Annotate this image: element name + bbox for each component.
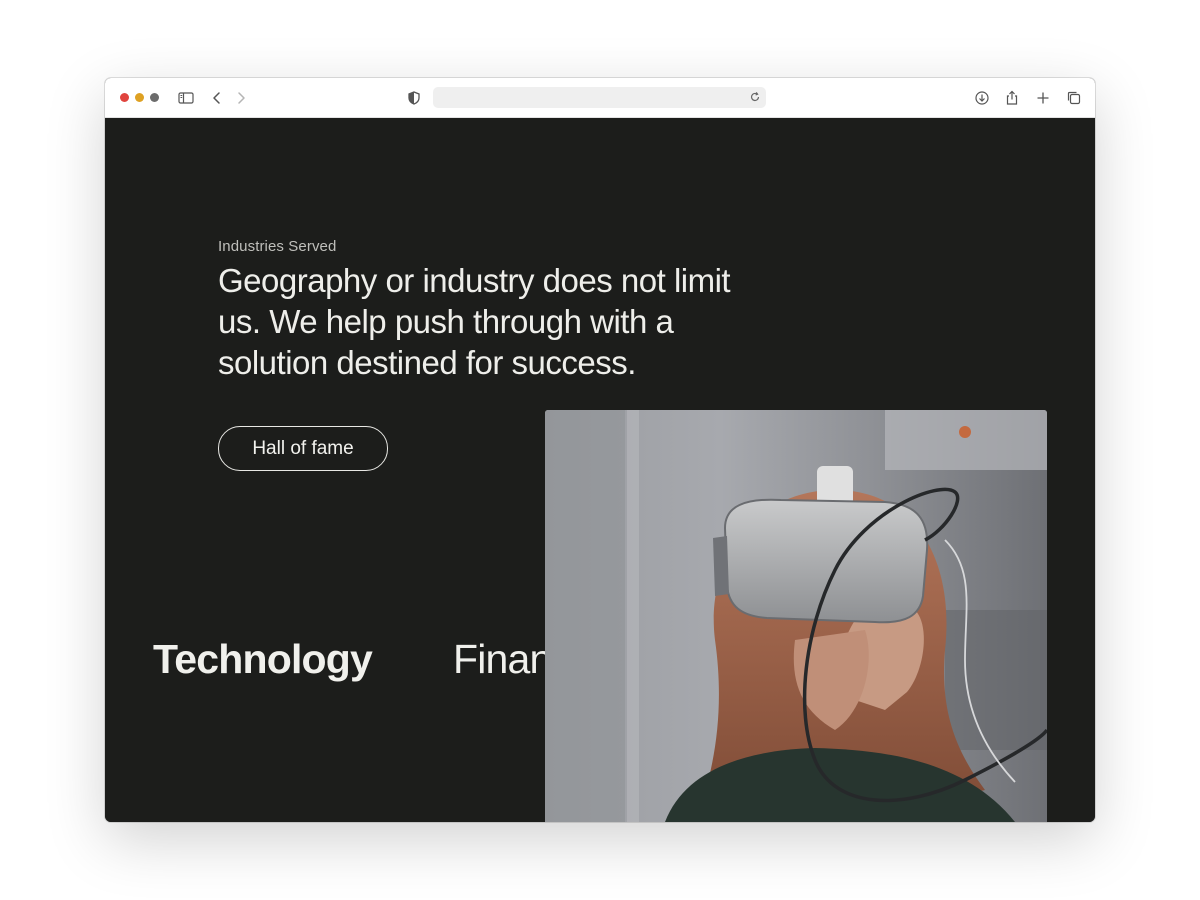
new-tab-icon[interactable] (1034, 89, 1052, 107)
forward-icon[interactable] (232, 89, 250, 107)
download-icon[interactable] (973, 89, 991, 107)
minimize-window-button[interactable] (135, 93, 144, 102)
zoom-window-button[interactable] (150, 93, 159, 102)
address-bar[interactable] (433, 87, 766, 108)
page-content: Industries Served Geography or industry … (105, 118, 1095, 822)
section-eyebrow: Industries Served (218, 238, 337, 255)
back-icon[interactable] (208, 89, 226, 107)
sidebar-icon[interactable] (177, 89, 195, 107)
industry-item-technology[interactable]: Technology (153, 636, 373, 683)
tabs-overview-icon[interactable] (1065, 89, 1083, 107)
hall-of-fame-button[interactable]: Hall of fame (218, 426, 388, 471)
reload-icon[interactable] (748, 90, 762, 104)
browser-window: Industries Served Geography or industry … (105, 78, 1095, 822)
industry-item-finance[interactable]: Finan (453, 636, 552, 683)
share-icon[interactable] (1003, 89, 1021, 107)
section-headline: Geography or industry does not limit us.… (218, 262, 731, 381)
shield-icon[interactable] (405, 89, 423, 107)
close-window-button[interactable] (120, 93, 129, 102)
vr-headset-photo (545, 410, 1047, 822)
browser-toolbar (105, 78, 1095, 118)
